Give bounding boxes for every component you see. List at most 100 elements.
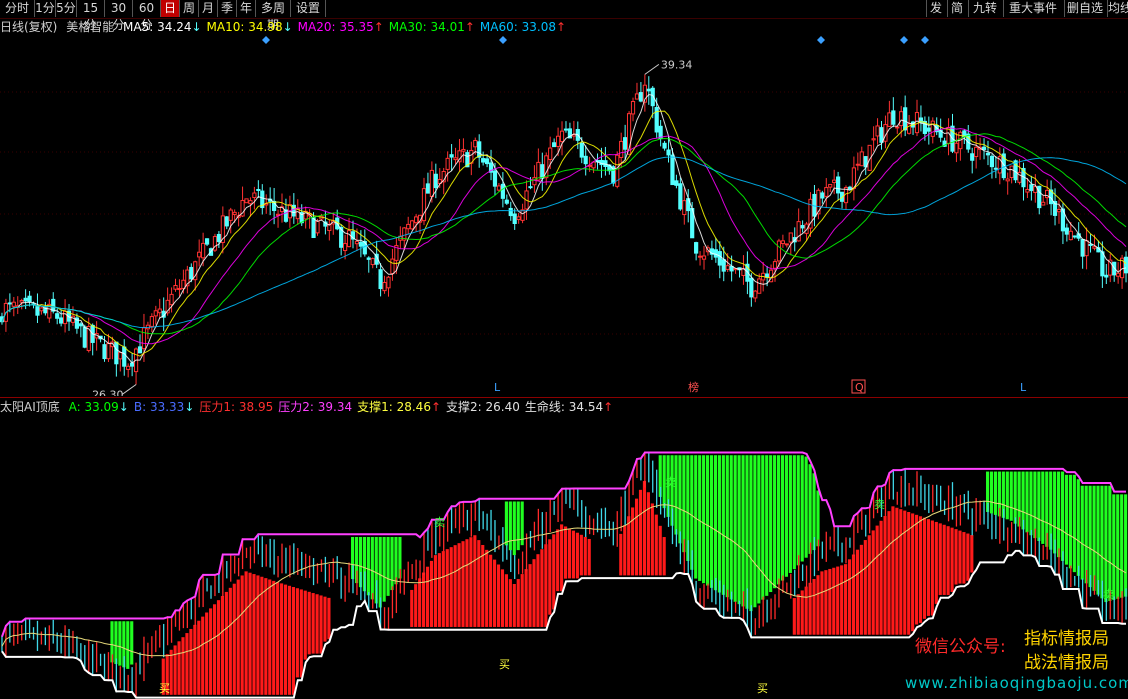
resistance-bar [788,455,792,573]
candle-up [201,242,206,259]
toolbar-button-3[interactable]: 重大事件 [1003,0,1062,17]
candle-down [970,153,975,161]
chart-marker-3[interactable]: L [1020,381,1027,394]
candle-down [638,92,644,102]
tab-4[interactable]: 30分 [105,0,133,32]
candle-down [981,146,987,150]
candle-up [496,185,502,191]
watermark-brand-1: 指标情报局 [1024,629,1109,649]
resistance-bar [816,490,820,547]
tab-5[interactable]: 60分 [133,0,161,32]
indicator-field-label: 压力1 [199,400,232,414]
support-bar [946,526,950,595]
support-bar [216,600,221,695]
candle-up [1056,208,1062,213]
candle-down [508,207,513,217]
candle-down [1029,184,1034,192]
toolbar-button-2[interactable]: 九转 [968,0,1001,17]
candle-down [216,233,221,243]
candle-down [1123,256,1128,274]
candle-up [177,288,182,291]
candle-down [1100,251,1105,277]
high-pointer [644,63,660,75]
candle-down [1072,235,1077,238]
support-bar [836,566,840,635]
event-diamond-icon[interactable] [900,36,908,44]
event-diamond-icon[interactable] [921,36,929,44]
sell-signal-label: 卖 [874,498,885,511]
candle-up [232,211,237,215]
candle-down [713,249,718,258]
candle-down [1088,243,1093,246]
support-bar [283,584,288,695]
resistance-bar [757,455,761,604]
candle-up [630,101,636,115]
support-bar [512,584,516,627]
candle-down [311,217,316,239]
resistance-bar [366,536,370,596]
support-bar [816,575,820,635]
tab-7[interactable]: 周 [180,0,199,17]
tab-0[interactable]: 分时 [0,0,35,17]
tab-11[interactable]: 多周期 [256,0,291,32]
sell-signal-label: 卖 [434,516,445,529]
toolbar-button-0[interactable]: 发 [926,0,945,17]
toolbar-button-5[interactable]: 均线 [1107,0,1128,17]
candlestick-chart[interactable]: 39.34 26.30 L 榜 Q L [0,36,1128,396]
resistance-bar [753,455,757,608]
candle-up [354,240,360,245]
tab-9[interactable]: 季 [218,0,237,17]
candle-down [23,297,28,302]
support-bar [473,535,477,627]
tab-8[interactable]: 月 [199,0,218,17]
chart-marker-2[interactable]: Q [855,381,864,394]
candle-up [776,240,782,262]
resistance-bar [1096,485,1100,595]
toolbar-button-1[interactable]: 简 [947,0,966,17]
chart-marker-0[interactable]: L [494,381,501,394]
tab-12[interactable]: 设置 [291,0,326,17]
support-bar [291,587,296,695]
tab-3[interactable]: 15分 [77,0,105,32]
indicator-field-label: 支撑1 [357,400,389,414]
support-bar [212,604,217,695]
resistance-bar [1088,485,1092,588]
support-bar [500,569,505,627]
support-bar [319,595,323,654]
chart-marker-1[interactable]: 榜 [688,380,699,394]
support-bar [560,524,564,592]
event-diamond-icon[interactable] [817,36,825,44]
candle-down [662,142,667,149]
support-bar [962,532,966,584]
tab-2[interactable]: 5分 [56,0,77,17]
candle-down [504,199,509,204]
tab-6[interactable]: 日 [161,0,180,17]
support-bar [311,593,315,654]
candle-down [55,313,60,319]
support-bar [662,537,666,576]
resistance-bar [796,455,800,566]
support-bar [224,591,228,695]
support-bar [429,560,434,627]
resistance-bar [804,456,808,558]
event-diamond-icon[interactable] [262,36,270,44]
support-bar [544,544,548,627]
candle-down [512,213,517,225]
resistance-bar [1112,494,1116,600]
ma-item-label: MA10 [206,20,241,34]
support-bar [575,532,579,579]
indicator-field-5: 支撑2: 26.40 [446,400,520,414]
candle-down [1080,238,1085,257]
support-bar [173,645,177,695]
resistance-bar [702,455,706,584]
indicator-name: 太阳AI顶底 [0,400,60,414]
event-diamond-icon[interactable] [499,36,507,44]
sell-signal-label: 卖 [1103,588,1114,601]
candle-up [757,278,762,294]
ma-item-2: MA20: 35.35↑ [297,20,384,34]
tab-10[interactable]: 年 [237,0,256,17]
candle-down [694,242,699,254]
tab-1[interactable]: 1分 [35,0,56,17]
toolbar-button-4[interactable]: 删自选 [1064,0,1105,17]
support-bar [950,527,954,592]
